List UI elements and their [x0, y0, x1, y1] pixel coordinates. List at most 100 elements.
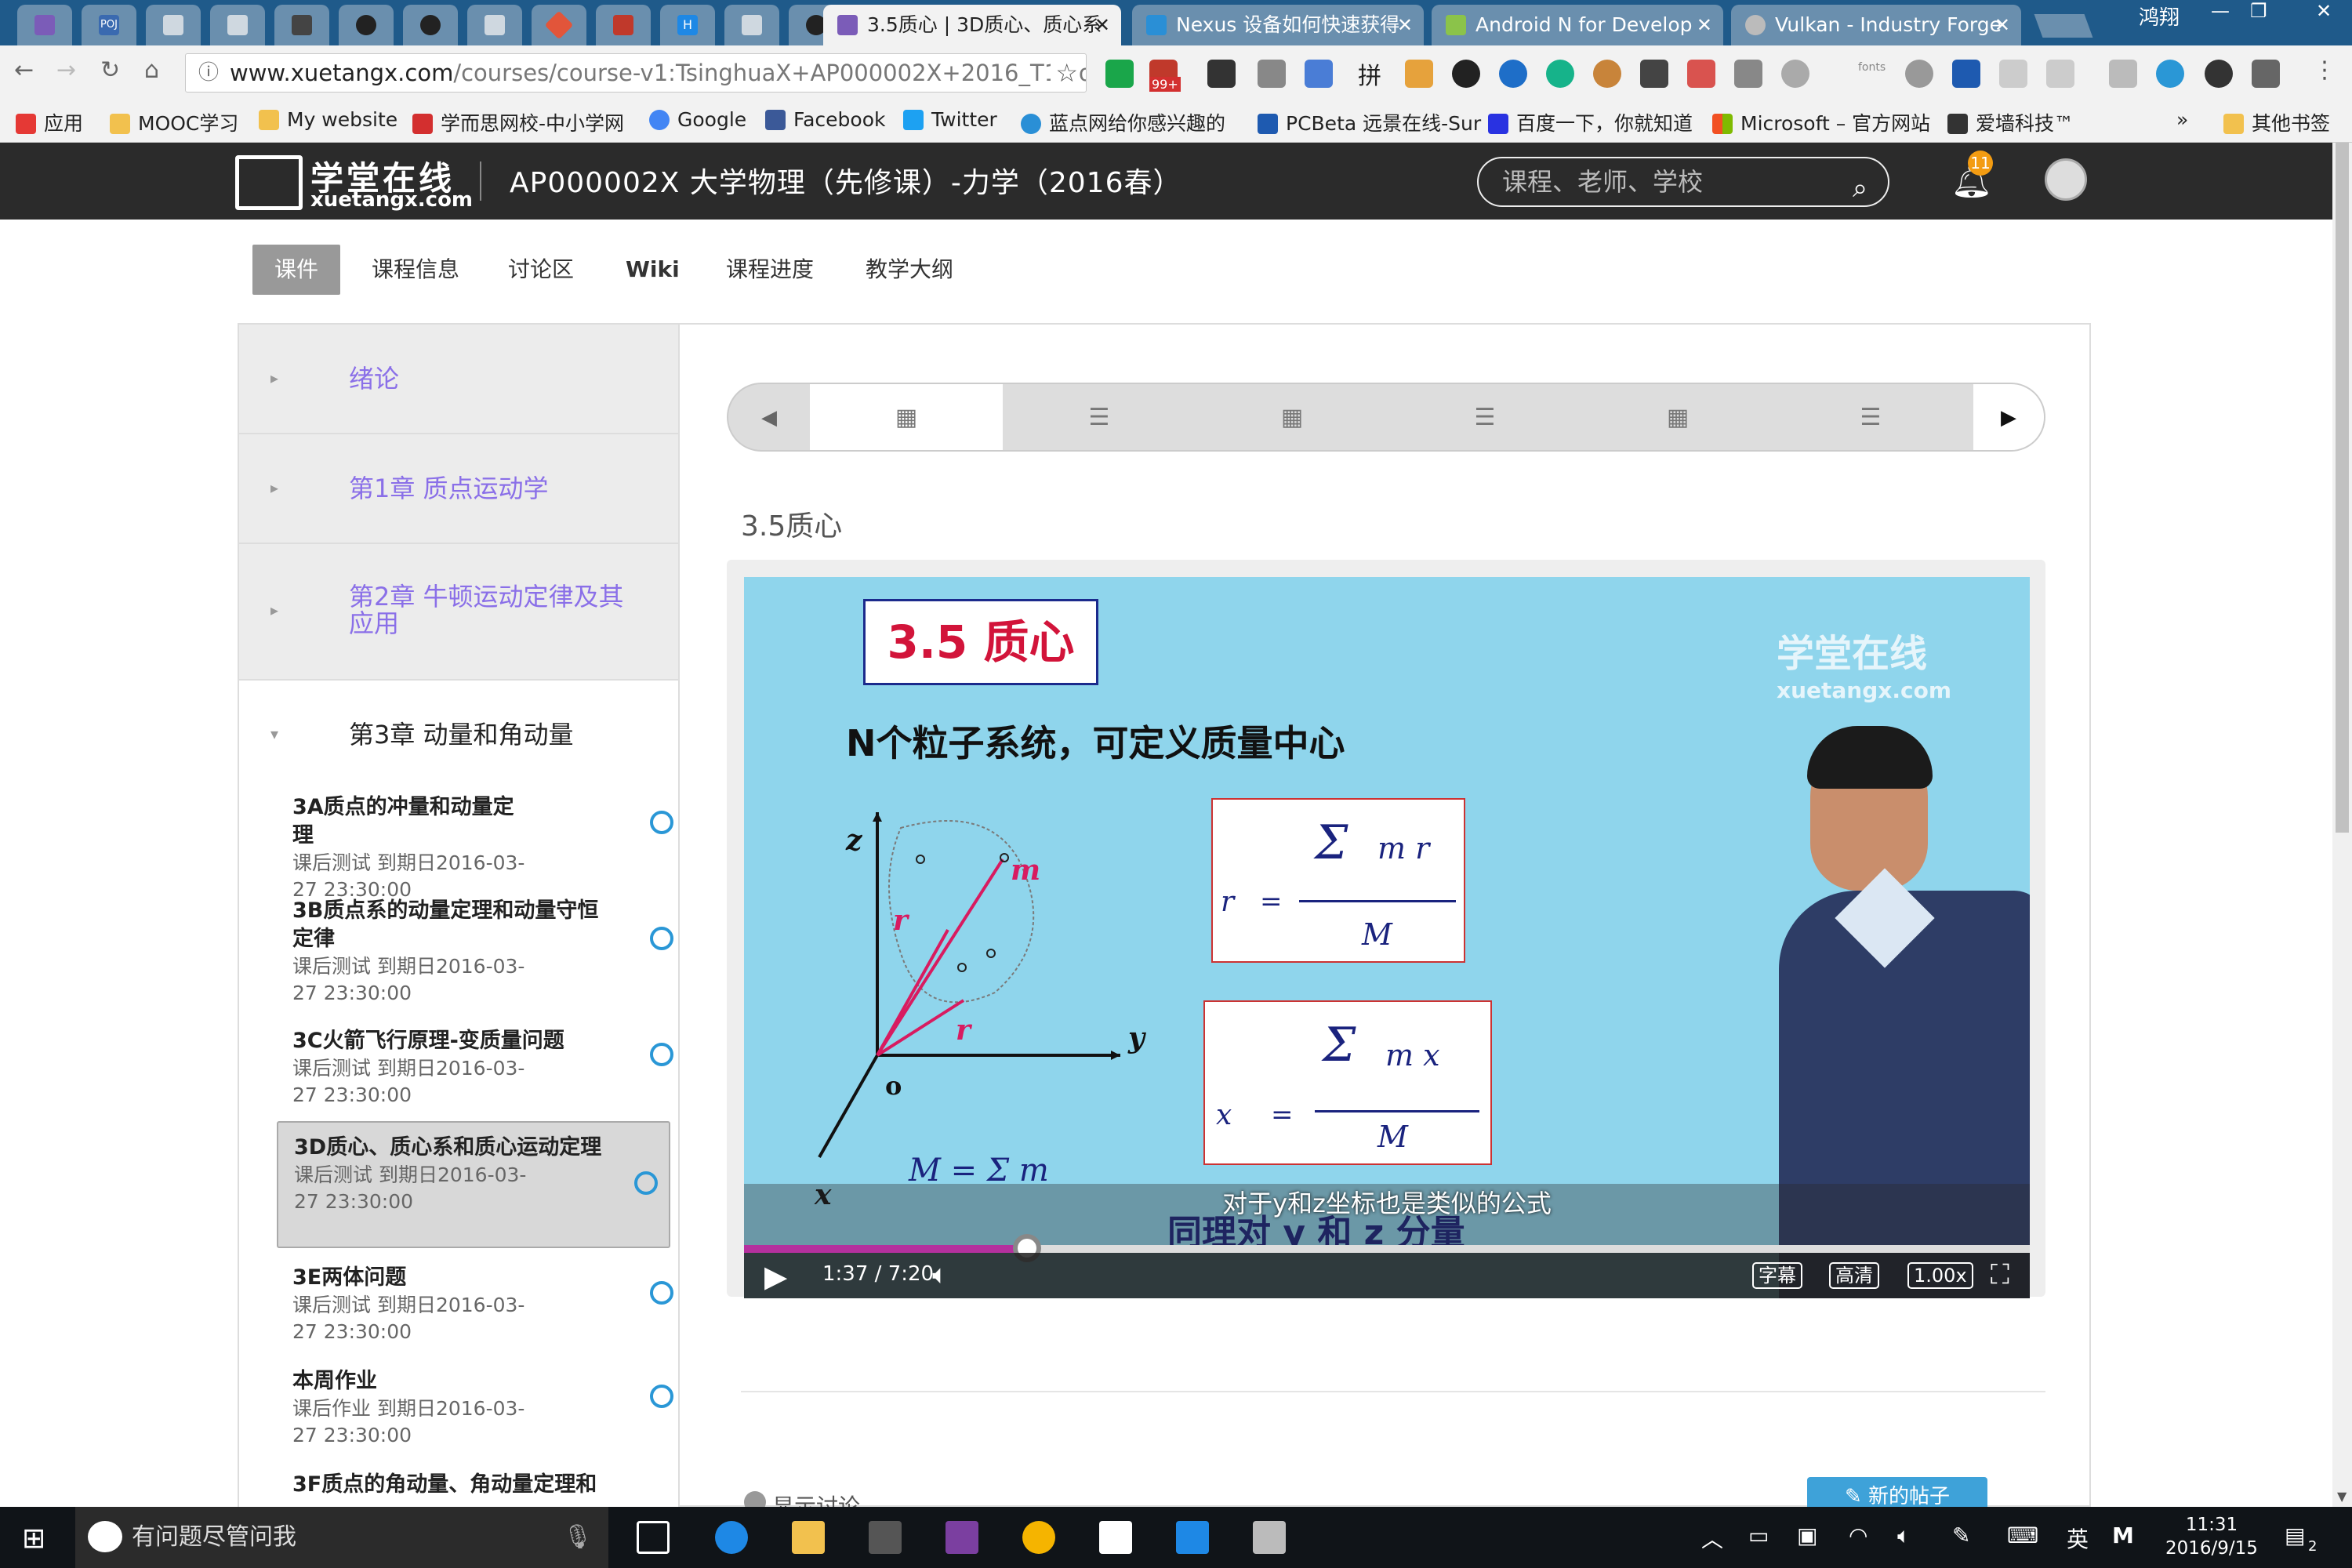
tab-active[interactable]: 3.5质心 | 3D质心、质心系 ✕ [823, 5, 1121, 45]
section-item[interactable]: 3F质点的角动量、角动量定理和 [292, 1471, 678, 1499]
pinned-tab[interactable]: POJ [82, 5, 136, 45]
action-center-icon[interactable]: ▤ [2285, 1523, 2305, 1548]
other-bookmarks[interactable]: 其他书签 [2223, 108, 2330, 136]
m-icon[interactable]: M [2112, 1523, 2134, 1548]
microphone-icon[interactable]: 🎙︎ [563, 1507, 593, 1568]
close-tab-icon[interactable]: ✕ [1697, 5, 1712, 45]
tab-progress[interactable]: 课程进度 [704, 245, 836, 295]
extension-icon[interactable] [1734, 60, 1762, 88]
profile-name[interactable]: 鸿翔 [2139, 2, 2180, 31]
video-icon[interactable]: ▦ [810, 384, 1003, 450]
search-box[interactable]: 课程、老师、学校 ⌕ [1477, 157, 1889, 207]
new-tab-button[interactable] [2034, 14, 2093, 38]
close-tab-icon[interactable]: ✕ [1994, 5, 2010, 45]
tray-app-icon[interactable]: ▣ [1797, 1523, 1817, 1548]
bookmark-item[interactable]: PCBeta 远景在线-Sur [1258, 108, 1481, 136]
video-progress-bar[interactable] [744, 1245, 2030, 1253]
cortana-search[interactable]: 有问题尽管问我 🎙︎ [75, 1507, 608, 1568]
bookmark-item[interactable]: 蓝点网给你感兴趣的 [1021, 108, 1225, 136]
bookmark-item[interactable]: Twitter [903, 108, 997, 131]
input-method[interactable]: 英 [2067, 1523, 2089, 1554]
tab-course-info[interactable]: 课程信息 [350, 245, 481, 295]
quality-button[interactable]: 高清 [1829, 1262, 1879, 1289]
menu-icon[interactable]: ⋮ [2313, 56, 2336, 84]
back-button[interactable]: ← [14, 56, 34, 84]
address-bar[interactable]: ⓘ www.xuetangx.com/courses/course-v1:Tsi… [185, 53, 1087, 93]
extension-icon[interactable] [2156, 60, 2184, 88]
mail-icon[interactable] [1258, 60, 1286, 88]
fullscreen-icon[interactable]: ⛶ [1991, 1259, 2009, 1290]
volume-icon[interactable]: 🔈︎ [932, 1259, 948, 1290]
edge-icon[interactable] [715, 1521, 748, 1554]
bookmark-item[interactable]: Google [649, 108, 746, 131]
bookmark-item[interactable]: 爱墙科技™ [1947, 108, 2074, 136]
close-window-button[interactable]: ✕ [2296, 0, 2352, 22]
section-item[interactable]: 本周作业 课后作业 到期日2016-03-27 23:30:00 [292, 1367, 678, 1449]
pinned-tab[interactable] [532, 5, 586, 45]
info-icon[interactable]: ⓘ [198, 54, 219, 92]
video-frame[interactable]: 3.5 质心 学堂在线 xuetangx.com N个粒子系统，可定义质量中心 [744, 577, 2030, 1298]
chrome-icon[interactable] [1022, 1521, 1055, 1554]
file-explorer-icon[interactable] [792, 1521, 825, 1554]
bookmark-item[interactable]: 百度一下，你就知道 [1488, 108, 1693, 136]
minimize-button[interactable]: — [2211, 0, 2230, 22]
tray-overflow-icon[interactable]: ︿ [1701, 1523, 1723, 1554]
scrollbar-thumb[interactable] [2336, 143, 2349, 833]
scroll-down-icon[interactable]: ▼ [2337, 1489, 2347, 1504]
bookmark-item[interactable]: MOOC学习 [110, 108, 238, 136]
translate-icon[interactable] [1305, 60, 1333, 88]
windows-start-icon[interactable]: ⊞ [22, 1523, 45, 1555]
extension-icon[interactable] [1546, 60, 1574, 88]
task-view-icon[interactable] [637, 1521, 670, 1554]
sequence-next-button[interactable]: ▶ [1973, 384, 2044, 450]
bookmark-item[interactable]: My website [259, 108, 397, 131]
close-tab-icon[interactable]: ✕ [1397, 5, 1413, 45]
pinned-tab[interactable] [146, 5, 201, 45]
keyboard-icon[interactable]: ⌨ [2007, 1523, 2038, 1548]
extension-icon[interactable] [1105, 60, 1134, 88]
pinned-tab[interactable] [467, 5, 522, 45]
reload-button[interactable]: ↻ [100, 56, 120, 84]
chapter-3[interactable]: ▾ 第3章 动量和角动量 [239, 681, 678, 790]
bookmark-item[interactable]: 应用 [16, 108, 83, 136]
sequence-prev-button[interactable]: ◀ [728, 384, 810, 450]
extension-icon[interactable] [1905, 60, 1933, 88]
pdf-icon[interactable] [1687, 60, 1715, 88]
chapter-intro[interactable]: ▸ 绪论 [239, 325, 678, 434]
video-icon[interactable]: ▦ [1196, 384, 1388, 450]
fonts-icon[interactable]: fonts [1858, 61, 1886, 74]
extension-icon[interactable] [1207, 60, 1236, 88]
tab-courseware[interactable]: 课件 [252, 245, 341, 295]
speed-button[interactable]: 1.00x [1907, 1262, 1973, 1289]
list-icon[interactable]: ☰ [1388, 384, 1581, 450]
pinned-tab[interactable] [17, 5, 72, 45]
extension-icon[interactable] [1640, 60, 1668, 88]
cookie-icon[interactable] [1593, 60, 1621, 88]
7zip-icon[interactable] [1099, 1521, 1132, 1554]
app-icon[interactable] [1253, 1521, 1286, 1554]
section-item-selected[interactable]: 3D质心、质心系和质心运动定理 课后测试 到期日2016-03-27 23:30… [277, 1121, 670, 1248]
extension-icon[interactable] [1499, 60, 1527, 88]
tab-vulkan[interactable]: Vulkan - Industry Forge ✕ [1731, 5, 2021, 45]
close-tab-icon[interactable]: ✕ [1094, 5, 1110, 45]
tab-android[interactable]: Android N for Develop ✕ [1432, 5, 1723, 45]
pinned-tab[interactable] [210, 5, 265, 45]
extension-icon[interactable] [1452, 60, 1480, 88]
tab-syllabus[interactable]: 教学大纲 [844, 245, 975, 295]
search-icon[interactable]: ⌕ [1853, 165, 1867, 212]
bookmark-item[interactable]: 学而思网校-中小学网 [412, 108, 624, 136]
tab-discussion[interactable]: 讨论区 [486, 245, 596, 295]
chapter-1[interactable]: ▸ 第1章 质点运动学 [239, 434, 678, 544]
extension-icon[interactable] [1952, 60, 1980, 88]
section-item[interactable]: 3E两体问题 课后测试 到期日2016-03-27 23:30:00 [292, 1264, 678, 1345]
bookmark-star-icon[interactable]: ☆ [1051, 54, 1078, 92]
extension-icon[interactable] [2046, 60, 2074, 88]
system-clock[interactable]: 11:31 2016/9/15 [2165, 1513, 2258, 1560]
pinned-tab[interactable] [724, 5, 779, 45]
tab-nexus[interactable]: Nexus 设备如何快速获得 ✕ [1132, 5, 1424, 45]
pinned-tab[interactable] [274, 5, 329, 45]
chapter-2[interactable]: ▸ 第2章 牛顿运动定律及其应用 [239, 544, 678, 681]
site-logo[interactable]: 学堂在线 xuetangx.com [235, 152, 473, 212]
bookmarks-overflow-button[interactable]: » [2176, 108, 2188, 131]
onenote-icon[interactable] [946, 1521, 978, 1554]
